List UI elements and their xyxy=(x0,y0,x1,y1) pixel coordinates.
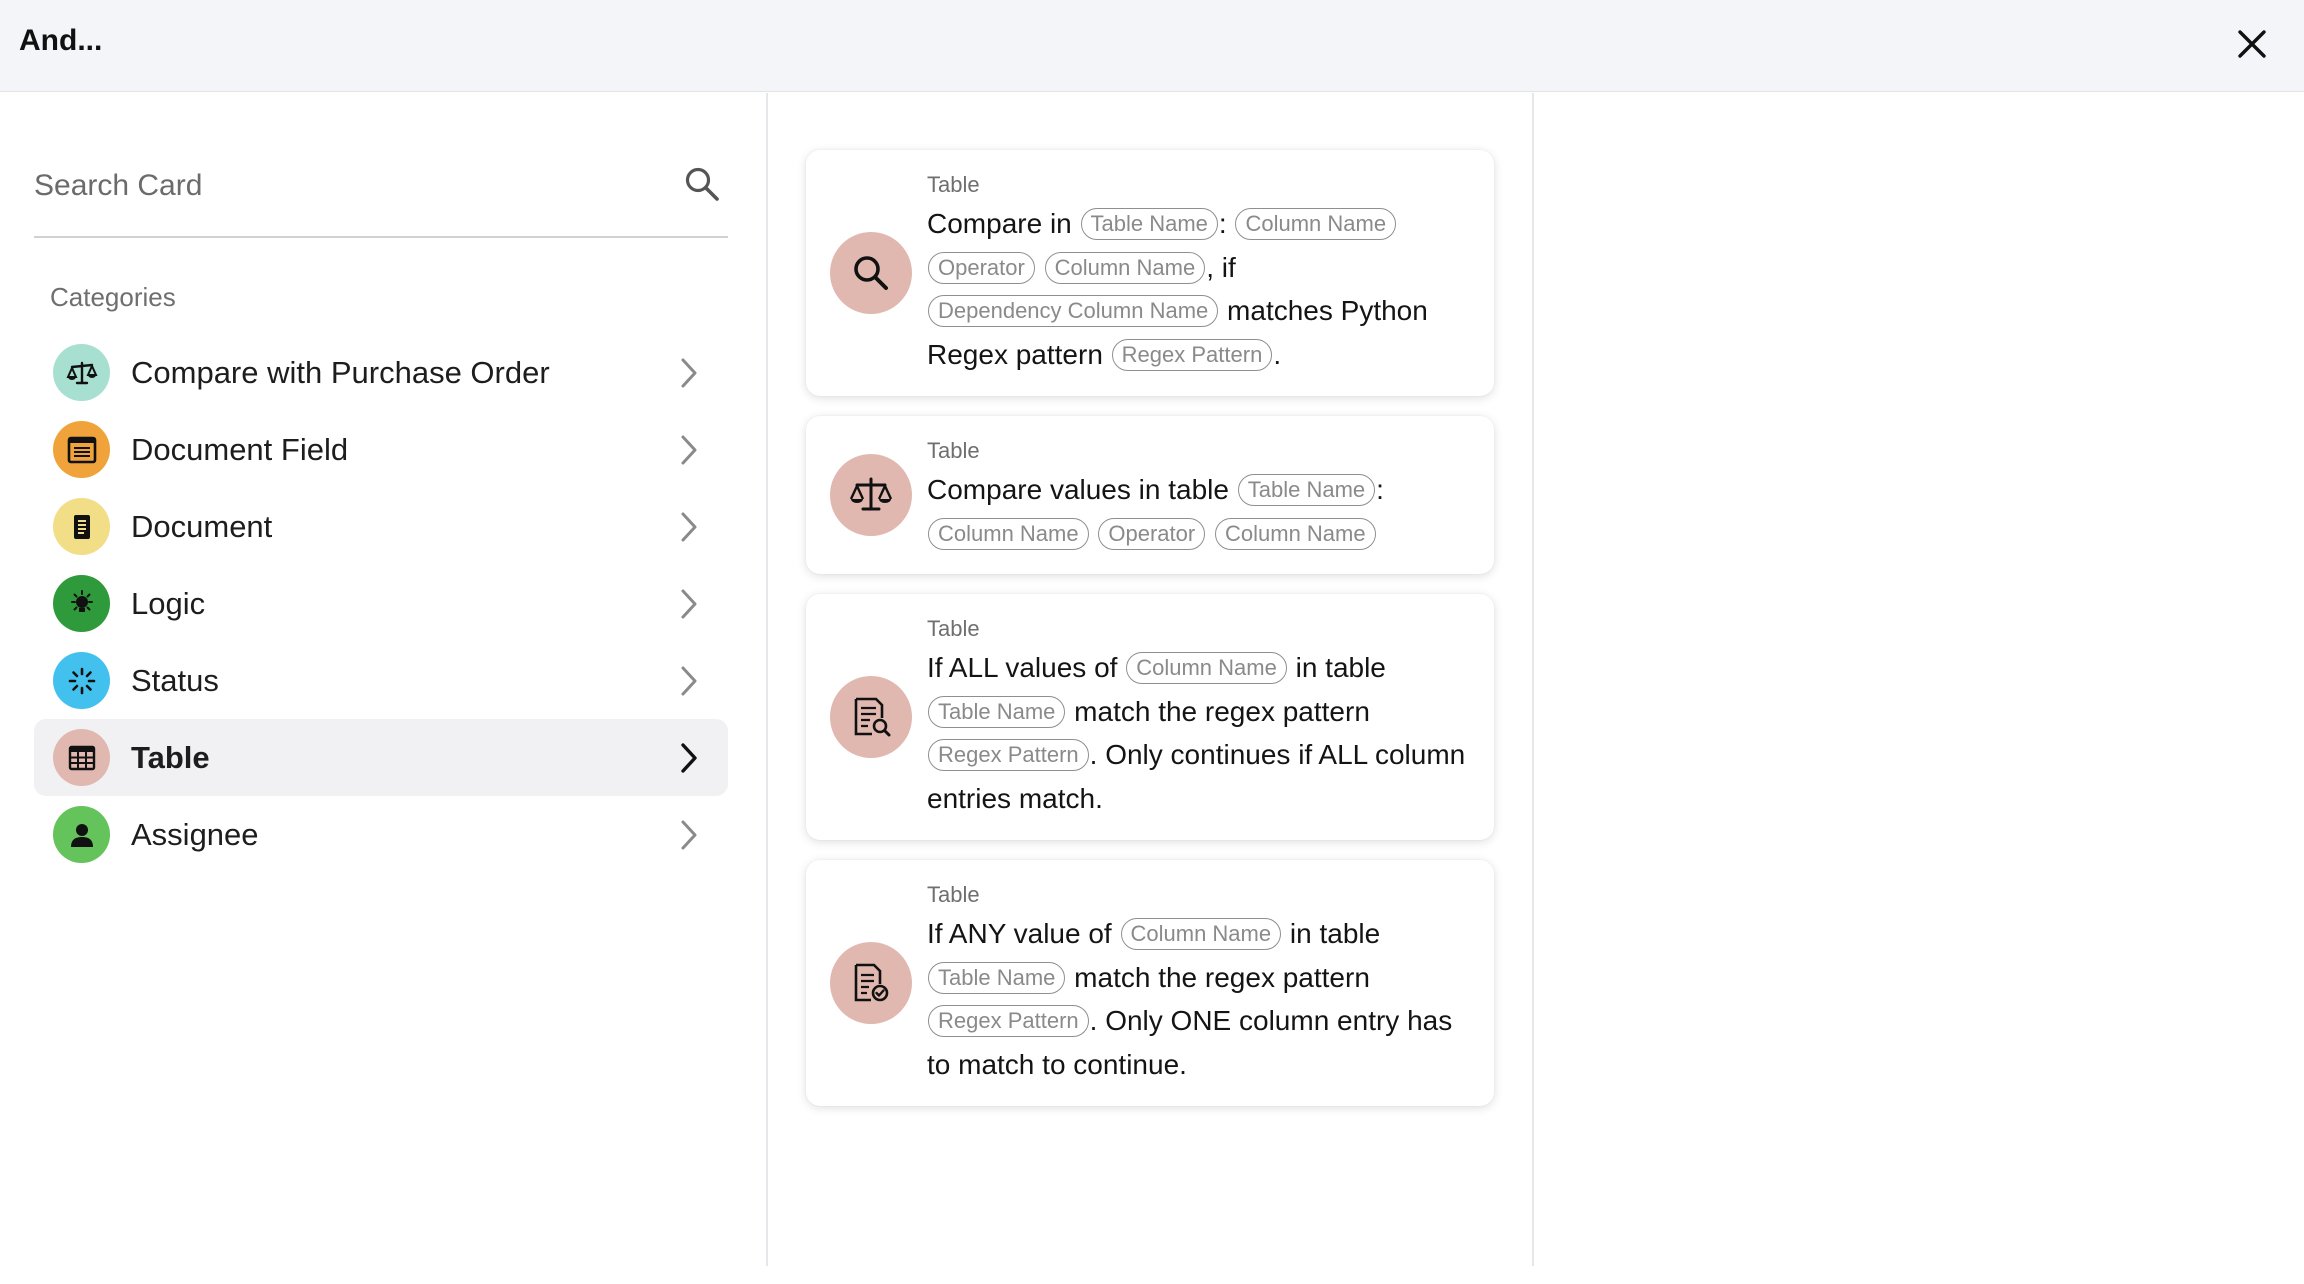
chevron-right-icon xyxy=(681,742,697,773)
search-input[interactable] xyxy=(34,162,634,210)
dialog-title: And... xyxy=(19,24,103,57)
category-label: Table xyxy=(131,739,210,775)
category-label: Document xyxy=(131,508,273,544)
card-category: Table xyxy=(927,882,980,907)
placeholder-chip[interactable]: Column Name xyxy=(1215,517,1376,550)
placeholder-chip[interactable]: Column Name xyxy=(1235,208,1397,240)
placeholder-chip[interactable]: Operator xyxy=(1098,517,1206,550)
category-item-document-field[interactable]: Document Field xyxy=(34,411,728,488)
rule-card[interactable]: Table Compare values in table Table Name… xyxy=(806,416,1494,574)
rule-card[interactable]: Table If ALL values of Column Name in ta… xyxy=(806,594,1494,840)
placeholder-chip[interactable]: Table Name xyxy=(1080,208,1218,240)
chevron-right-icon xyxy=(681,512,697,541)
chevron-right-icon xyxy=(681,435,697,464)
category-label: Assignee xyxy=(131,816,259,852)
column-divider xyxy=(766,93,768,1266)
placeholder-chip[interactable]: Table Name xyxy=(928,695,1066,728)
placeholder-chip[interactable]: Regex Pattern xyxy=(928,1005,1089,1037)
placeholder-chip[interactable]: Regex Pattern xyxy=(928,739,1089,771)
placeholder-chip[interactable]: Table Name xyxy=(1237,474,1376,506)
category-label: Logic xyxy=(131,585,206,621)
category-item-compare-purchase-order[interactable]: Compare with Purchase Order xyxy=(34,334,728,411)
chevron-right-icon xyxy=(681,820,697,849)
placeholder-chip[interactable]: Operator xyxy=(928,251,1035,284)
card-category: Table xyxy=(927,438,980,463)
dialog-header: And... xyxy=(0,0,2304,92)
form-field-icon xyxy=(53,421,110,478)
balance-scale-icon xyxy=(53,344,110,401)
person-icon xyxy=(53,806,110,863)
category-item-status[interactable]: Status xyxy=(34,642,728,719)
placeholder-chip[interactable]: Column Name xyxy=(928,517,1089,550)
search-icon[interactable] xyxy=(682,164,722,204)
category-label: Document Field xyxy=(131,431,349,467)
category-item-assignee[interactable]: Assignee xyxy=(34,796,728,873)
status-spinner-icon xyxy=(53,652,110,709)
card-description: If ALL values of Column Name in table Ta… xyxy=(927,652,1466,814)
card-description: Compare values in table Table Name: Colu… xyxy=(927,468,1474,555)
card-category: Table xyxy=(927,616,980,641)
rule-card[interactable]: Table Compare in Table Name: Column Name… xyxy=(806,150,1494,396)
category-item-table[interactable]: Table xyxy=(34,719,728,796)
placeholder-chip[interactable]: Column Name xyxy=(1126,652,1287,684)
table-grid-icon xyxy=(53,729,110,786)
document-icon xyxy=(53,498,110,555)
balance-scale-icon xyxy=(830,454,912,536)
chevron-right-icon xyxy=(681,358,697,387)
document-check-icon xyxy=(830,942,912,1024)
magnifier-icon xyxy=(830,232,912,314)
column-divider xyxy=(1532,93,1534,1266)
lightbulb-icon xyxy=(53,575,110,632)
placeholder-chip[interactable]: Table Name xyxy=(928,961,1066,994)
search-field xyxy=(34,140,728,238)
card-category: Table xyxy=(927,172,980,197)
category-label: Compare with Purchase Order xyxy=(131,354,550,390)
placeholder-chip[interactable]: Column Name xyxy=(1044,251,1206,284)
category-list: Compare with Purchase Order Document Fie… xyxy=(34,334,728,873)
placeholder-chip[interactable]: Regex Pattern xyxy=(1111,338,1273,371)
card-description: Compare in Table Name: Column Name Opera… xyxy=(927,208,1428,371)
chevron-right-icon xyxy=(681,666,697,695)
card-list: Table Compare in Table Name: Column Name… xyxy=(806,150,1494,1126)
placeholder-chip[interactable]: Dependency Column Name xyxy=(928,295,1219,327)
rule-card[interactable]: Table If ANY value of Column Name in tab… xyxy=(806,860,1494,1106)
placeholder-chip[interactable]: Column Name xyxy=(1120,918,1282,950)
category-item-document[interactable]: Document xyxy=(34,488,728,565)
chevron-right-icon xyxy=(681,589,697,618)
card-description: If ANY value of Column Name in table Tab… xyxy=(927,918,1453,1080)
close-icon[interactable] xyxy=(2234,26,2270,62)
category-label: Status xyxy=(131,662,219,698)
categories-heading: Categories xyxy=(50,282,176,312)
category-item-logic[interactable]: Logic xyxy=(34,565,728,642)
document-search-icon xyxy=(830,676,912,758)
